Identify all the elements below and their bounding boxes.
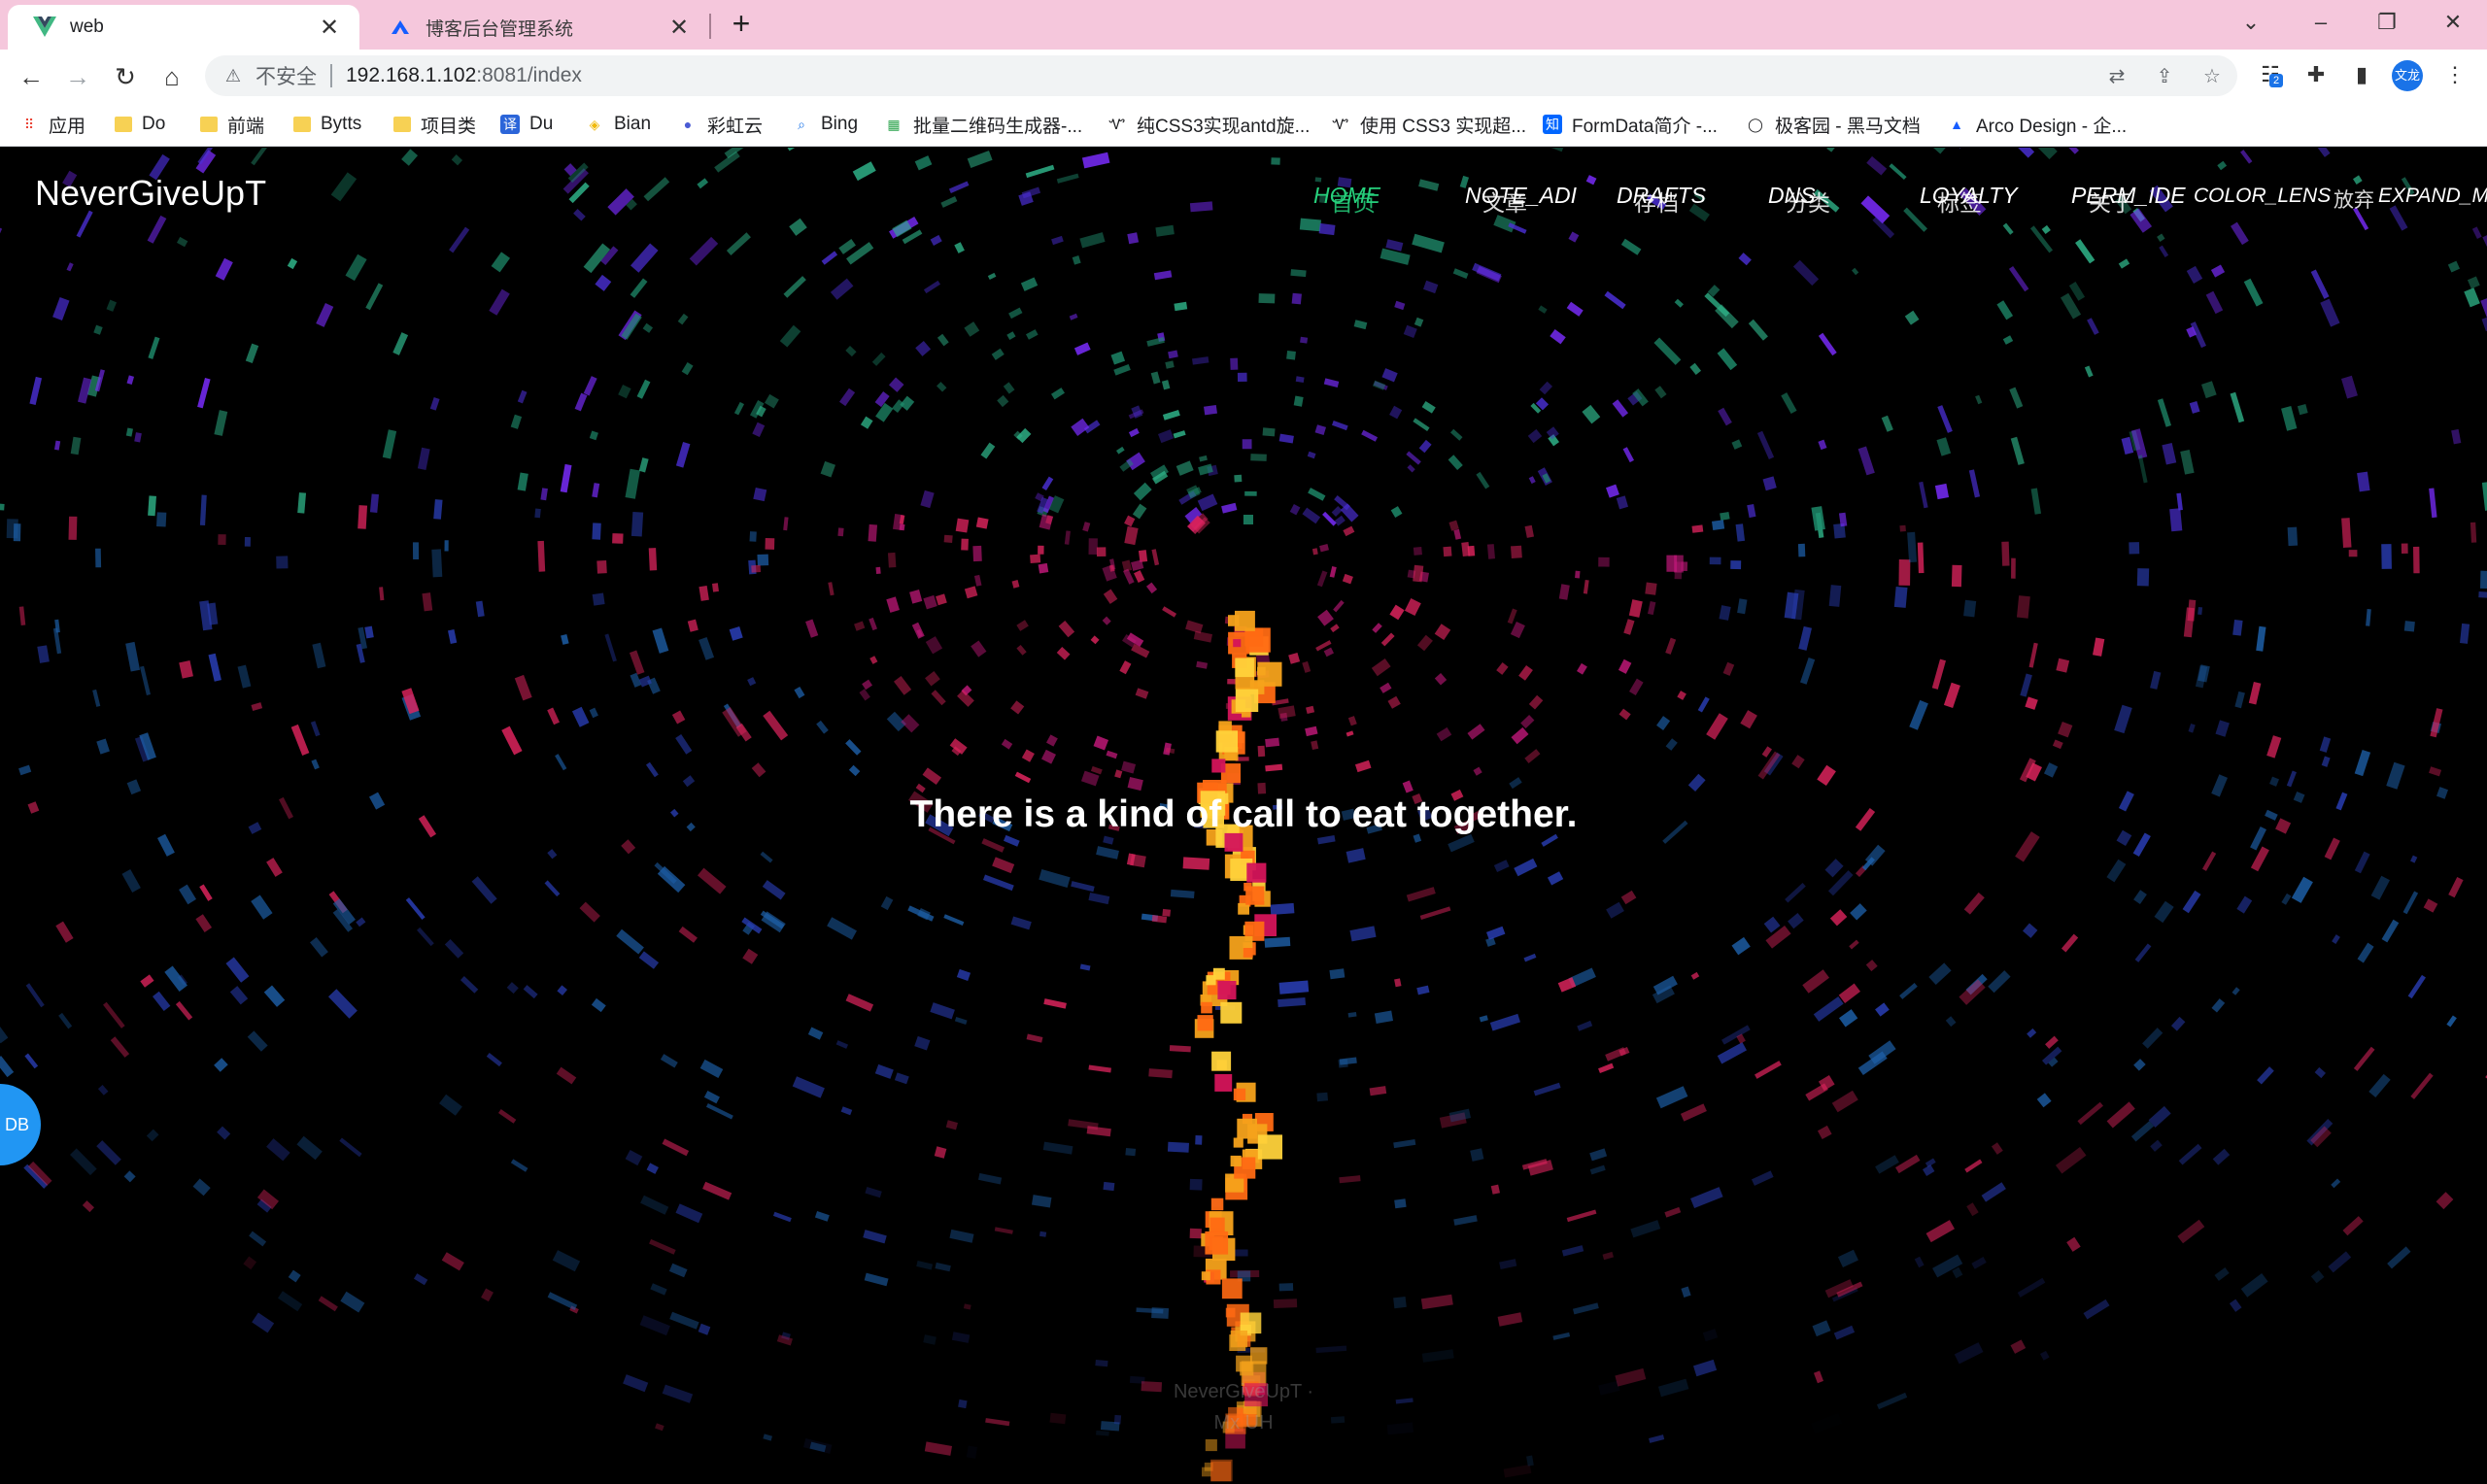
forward-icon[interactable]: → (61, 60, 94, 93)
hero-text: There is a kind of call to eat together. (909, 793, 1578, 835)
bookmarks-bar: ⠿ 应用 Do 前端 Bytts 项目类 译 Du ◈ Bian ● 彩虹云 ⌕ Bing… (0, 102, 2487, 147)
tab-search-icon[interactable]: ⌄ (2234, 6, 2267, 39)
reload-icon[interactable]: ↻ (109, 60, 142, 93)
qr-icon: ▦ (887, 116, 901, 132)
browser-toolbar: ← → ↻ ⌂ ⚠ 不安全 192.168.1.102 :8081/index … (0, 50, 2487, 102)
close-window-icon[interactable]: ✕ (2436, 6, 2470, 39)
search-icon: ⌕ (798, 116, 805, 132)
tab-blog-admin[interactable]: 博客后台管理系统 ✕ (363, 5, 709, 50)
bookmark-apps[interactable]: ⠿ 应用 (19, 111, 85, 138)
bookmark-projects[interactable]: 项目类 (393, 111, 476, 138)
nav-overlay-label: 存档 (1634, 190, 1679, 216)
nav-perm-identity[interactable]: PERM_IDE 关于 (2071, 183, 2186, 216)
tab-web[interactable]: web ✕ (8, 5, 359, 50)
apps-grid-icon: ⠿ (23, 116, 35, 132)
omnibox-divider (330, 64, 332, 87)
css-icon: Ꮙ (1332, 116, 1349, 132)
folder-icon (293, 117, 311, 132)
folder-icon (200, 117, 218, 132)
close-tab-icon[interactable]: ✕ (317, 15, 342, 41)
arco-icon: ▲ (1950, 117, 1963, 132)
bookmark-bing[interactable]: ⌕ Bing (792, 111, 858, 138)
nav-notes[interactable]: NOTE_ADI 文章 (1465, 183, 1577, 216)
warning-icon[interactable]: ⚠ (222, 65, 244, 86)
nav-label: EXPAND_M (2378, 185, 2487, 207)
bookmark-formdata[interactable]: 知 FormData简介 -... (1543, 111, 1718, 138)
globe-icon: ◯ (1748, 116, 1763, 132)
arco-logo-icon (389, 16, 412, 39)
security-label: 不安全 (256, 66, 317, 88)
bookmark-star-icon[interactable]: ☆ (2199, 64, 2225, 89)
menu-kebab-icon[interactable]: ⋮ (2440, 60, 2470, 89)
nav-color-lens[interactable]: COLOR_LENS (2194, 185, 2331, 208)
nav-overlay-label: 关于 (2089, 190, 2133, 216)
bookmark-css3-antd[interactable]: Ꮙ 纯CSS3实现antd旋... (1107, 111, 1311, 138)
translate-icon: 译 (500, 115, 520, 134)
bookmark-frontend[interactable]: 前端 (200, 111, 264, 138)
zhihu-icon: 知 (1543, 115, 1562, 134)
tab-title: 博客后台管理系统 (426, 18, 574, 40)
back-icon[interactable]: ← (15, 60, 48, 93)
folder-icon (115, 117, 132, 132)
extension-badge: 2 (2269, 74, 2283, 87)
side-panel-icon[interactable]: ▮ (2347, 60, 2376, 89)
extension-badge-icon[interactable]: ☷2 (2256, 60, 2285, 89)
nav-overlay-label: 分类 (1786, 190, 1830, 216)
bookmark-qr-generator[interactable]: ▦ 批量二维码生成器-... (884, 111, 1082, 138)
minimize-icon[interactable]: – (2304, 6, 2337, 39)
restore-icon[interactable]: ❐ (2370, 6, 2403, 39)
url-host: 192.168.1.102 (346, 64, 477, 86)
share-icon[interactable]: ⇪ (2152, 64, 2177, 89)
tab-title: web (70, 17, 104, 37)
nav-overlay-label: 文章 (1482, 190, 1527, 216)
close-tab-icon[interactable]: ✕ (666, 15, 692, 41)
nav-loyalty[interactable]: LOYALTY 标签 (1920, 183, 2018, 216)
new-tab-icon[interactable]: + (727, 8, 756, 39)
bookmark-bian[interactable]: ◈ Bian (585, 111, 651, 138)
footer-meta: Mx UH (1213, 1412, 1274, 1433)
bookmark-arco-design[interactable]: ▲ Arco Design - 企... (1947, 111, 2127, 138)
bookmark-rainbow-cloud[interactable]: ● 彩虹云 (678, 111, 763, 138)
nav-label: COLOR_LENS (2194, 185, 2332, 207)
bookmark-do[interactable]: Do (115, 111, 165, 138)
home-icon[interactable]: ⌂ (155, 60, 188, 93)
tab-strip: web ✕ 博客后台管理系统 ✕ + ⌄ – ❐ ✕ (0, 0, 2487, 50)
page-viewport: NeverGiveUpT HOME 首页 NOTE_ADI 文章 DRAFTS … (0, 148, 2487, 1484)
vue-logo-icon (33, 16, 56, 39)
profile-avatar[interactable]: 文龙 (2392, 60, 2423, 91)
hero-tagline: There is a kind of call to eat together. (0, 793, 2487, 836)
site-title[interactable]: NeverGiveUpT (35, 173, 266, 214)
nav-home[interactable]: HOME 首页 (1313, 183, 1380, 216)
css-icon: Ꮙ (1108, 116, 1126, 132)
address-bar[interactable]: ⚠ 不安全 192.168.1.102 :8081/index ⇄ ⇪ ☆ (205, 55, 2237, 96)
nav-overlay-label: 放弃 (2334, 189, 2374, 212)
nav-expand-more[interactable]: 放弃 EXPAND_M (2330, 185, 2487, 212)
bookmark-geekpark[interactable]: ◯ 极客园 - 黑马文档 (1746, 111, 1921, 138)
bookmark-css3-super[interactable]: Ꮙ 使用 CSS3 实现超... (1331, 111, 1526, 138)
tab-divider (709, 14, 711, 39)
nav-dns[interactable]: DNS 分类 (1768, 183, 1830, 216)
url-path: :8081/index (476, 64, 582, 86)
bookmark-bytts[interactable]: Bytts (293, 111, 361, 138)
nav-overlay-label: 标签 (1937, 190, 1982, 216)
nav-drafts[interactable]: DRAFTS 存档 (1617, 183, 1706, 216)
nav-overlay-label: 首页 (1331, 190, 1376, 216)
rainbow-cloud-icon: ● (683, 117, 693, 132)
footer-copyright: NeverGiveUpT · (1173, 1381, 1314, 1402)
binance-icon: ◈ (589, 116, 600, 132)
folder-icon (393, 117, 411, 132)
bookmark-du[interactable]: 译 Du (500, 111, 553, 138)
translate-icon[interactable]: ⇄ (2104, 64, 2129, 89)
extensions-puzzle-icon[interactable]: ✚ (2301, 60, 2331, 89)
